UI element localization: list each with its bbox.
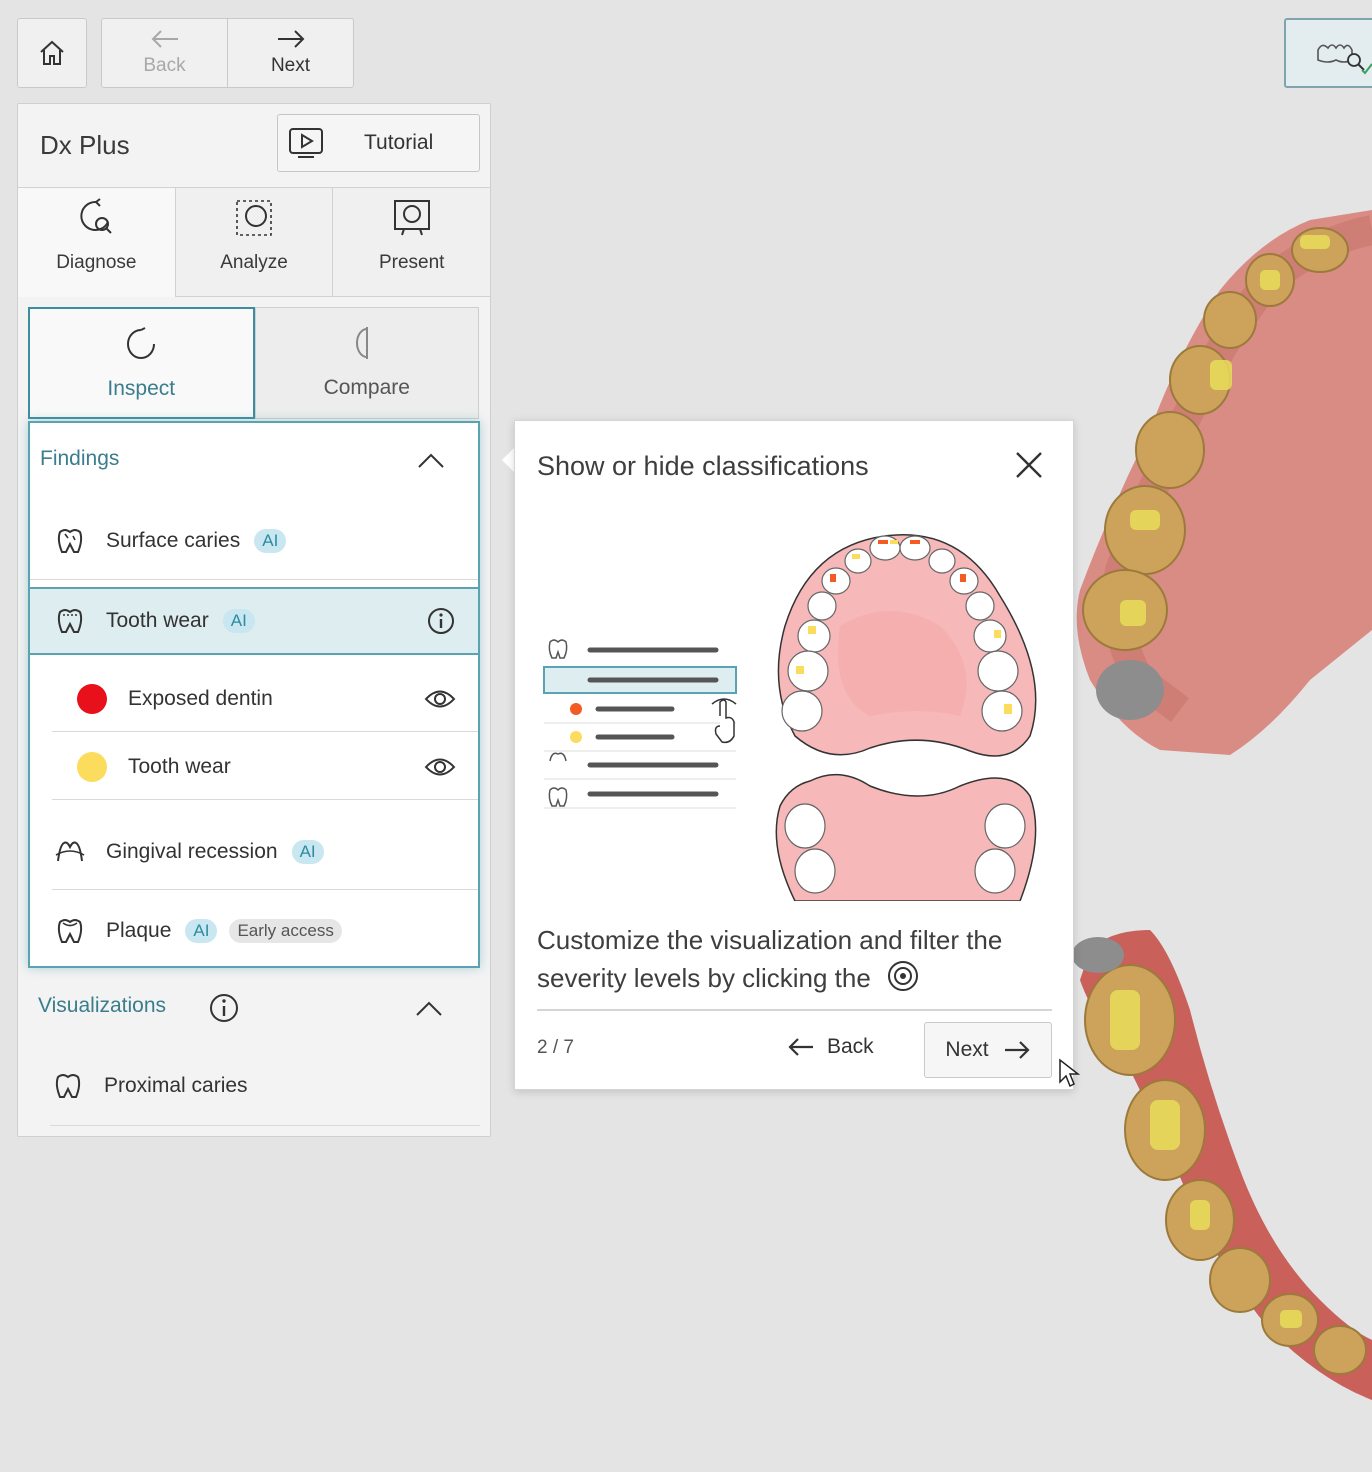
mouse-pointer-icon [1059, 1058, 1080, 1088]
finding-label: Plaque [106, 919, 172, 942]
arrow-right-icon [277, 30, 304, 48]
tab-analyze[interactable]: Analyze [174, 188, 333, 297]
dx-plus-panel: Dx Plus Tutorial Diagnose Analyze Presen… [17, 103, 491, 1137]
tooth-wear-icon [52, 606, 88, 636]
compare-label: Compare [323, 376, 410, 399]
back-label: Back [143, 55, 186, 76]
divider [52, 799, 478, 800]
tooth-caries-icon [52, 526, 88, 556]
chevron-up-icon[interactable] [414, 999, 444, 1019]
next-label: Next [270, 55, 311, 76]
popover-back-label: Back [827, 1035, 874, 1058]
back-button[interactable]: Back [102, 19, 227, 87]
panel-title: Dx Plus [40, 130, 130, 160]
info-icon[interactable] [426, 606, 456, 636]
finding-plaque[interactable]: Plaque AI Early access [30, 909, 478, 953]
diagnose-icon [80, 198, 113, 234]
nav-buttons: Back Next [101, 18, 354, 88]
ai-badge: AI [222, 609, 255, 633]
classification-illustration [543, 534, 1037, 901]
tab-diagnose[interactable]: Diagnose [18, 188, 175, 297]
video-play-icon [289, 128, 323, 158]
divider [537, 1009, 1052, 1011]
compare-icon [355, 327, 368, 359]
popover-description-text: Customize the visualization and filter t… [537, 925, 1003, 993]
present-icon [393, 200, 430, 236]
finding-tooth-wear[interactable]: Tooth wear AI [30, 587, 478, 655]
findings-title: Findings [40, 447, 120, 470]
ai-badge: AI [254, 529, 287, 553]
main-tabs: Diagnose Analyze Present [18, 187, 491, 297]
home-icon [40, 40, 64, 65]
close-icon[interactable] [1015, 451, 1043, 479]
tutorial-button[interactable]: Tutorial [277, 114, 480, 172]
dental-model-view[interactable] [1070, 210, 1372, 1400]
info-icon[interactable] [208, 992, 240, 1024]
inspect-icon [127, 327, 156, 359]
popover-next-button[interactable]: Next [924, 1022, 1052, 1078]
tutorial-label: Tutorial [364, 131, 434, 154]
eye-icon[interactable] [424, 756, 456, 778]
tooth-wear-dot [74, 752, 110, 782]
classification-tooth-wear[interactable]: Tooth wear [30, 745, 478, 789]
next-button[interactable]: Next [227, 19, 353, 87]
classification-label: Tooth wear [128, 755, 231, 778]
inspect-button[interactable]: Inspect [28, 307, 255, 419]
popover-description: Customize the visualization and filter t… [537, 921, 1057, 997]
tab-present[interactable]: Present [332, 188, 491, 297]
mode-toggle: Inspect Compare [28, 307, 479, 419]
teeth-search-icon [1317, 44, 1372, 75]
visualization-proximal-caries[interactable]: Proximal caries [18, 1064, 466, 1108]
divider [30, 579, 478, 580]
scan-review-button[interactable] [1284, 18, 1372, 88]
finding-label: Surface caries [106, 529, 241, 552]
gingival-recession-icon [52, 837, 88, 867]
tutorial-popover: Show or hide classifications Customize t… [514, 420, 1074, 1090]
classification-exposed-dentin[interactable]: Exposed dentin [30, 677, 478, 721]
tab-analyze-label: Analyze [220, 252, 288, 273]
inspect-label: Inspect [107, 377, 176, 400]
proximal-caries-icon [50, 1071, 86, 1101]
finding-gingival-recession[interactable]: Gingival recession AI [30, 830, 478, 874]
findings-section: Findings Surface caries AI Tooth wear AI… [28, 421, 480, 968]
popover-title: Show or hide classifications [537, 451, 869, 481]
early-access-badge: Early access [229, 919, 342, 943]
arrow-left-icon [151, 30, 178, 48]
arrow-left-icon [788, 1038, 813, 1056]
eye-icon[interactable] [424, 688, 456, 710]
tab-present-label: Present [378, 252, 445, 273]
popover-next-label: Next [945, 1038, 989, 1061]
compare-button[interactable]: Compare [254, 307, 479, 419]
finding-label: Gingival recession [106, 840, 278, 863]
exposed-dentin-dot [74, 684, 110, 714]
divider [52, 889, 478, 890]
chevron-up-icon[interactable] [416, 451, 446, 471]
home-button[interactable] [17, 18, 87, 88]
finding-label: Tooth wear [106, 609, 209, 632]
ai-badge: AI [291, 840, 324, 864]
ai-badge: AI [185, 919, 218, 943]
finding-surface-caries[interactable]: Surface caries AI [30, 519, 478, 563]
visualization-label: Proximal caries [104, 1074, 248, 1097]
target-eye-icon [888, 961, 919, 991]
arrow-right-icon [1004, 1041, 1030, 1059]
divider [50, 1125, 480, 1126]
plaque-icon [52, 916, 88, 946]
analyze-icon [236, 200, 272, 236]
page-indicator: 2 / 7 [537, 1037, 574, 1058]
classification-label: Exposed dentin [128, 687, 273, 710]
divider [52, 731, 478, 732]
visualizations-title: Visualizations [38, 994, 167, 1017]
tab-diagnose-label: Diagnose [56, 252, 137, 273]
popover-back-button[interactable]: Back [787, 1035, 874, 1059]
